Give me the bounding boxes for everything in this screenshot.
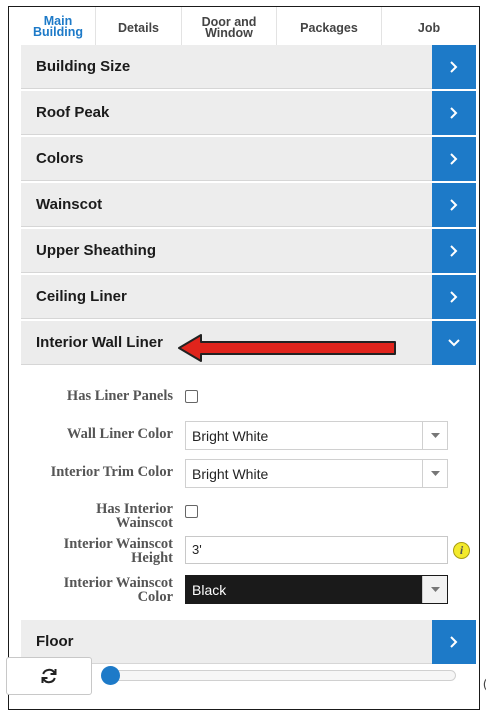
interior-wainscot-height-label: Interior Wainscot Height (21, 537, 173, 566)
tab-bar: Main Building Details Door and Window Pack… (21, 7, 476, 49)
interior-wainscot-color-value: Black (192, 582, 227, 598)
interior-wall-liner-panel: Has Liner Panels Wall Liner Color Bright… (21, 366, 476, 606)
interior-trim-color-value: Bright White (192, 466, 269, 482)
tab-packages[interactable]: Packages (277, 7, 382, 49)
chevron-down-icon[interactable] (422, 460, 447, 487)
chevron-down-icon[interactable] (422, 422, 447, 449)
refresh-button[interactable] (6, 657, 92, 695)
chevron-right-icon[interactable] (432, 137, 476, 181)
wall-liner-color-value: Bright White (192, 428, 269, 444)
interior-trim-color-label: Interior Trim Color (50, 464, 173, 480)
chevron-right-icon[interactable] (432, 620, 476, 664)
tab-job[interactable]: Job (382, 7, 476, 49)
interior-wainscot-color-label: Interior Wainscot Color (21, 576, 173, 605)
tab-label: Door and Window (201, 15, 257, 40)
tab-label: Job (417, 20, 441, 35)
label-line: Wainscot (115, 515, 173, 531)
interior-wainscot-height-input[interactable]: 3' (185, 536, 448, 564)
has-interior-wainscot-checkbox[interactable] (185, 505, 198, 518)
section-label: Roof Peak (36, 104, 110, 121)
has-interior-wainscot-label: Has Interior Wainscot (21, 502, 173, 531)
section-label: Upper Sheathing (36, 242, 157, 259)
configurator-panel: Main Building Details Door and Window Pack… (8, 6, 480, 710)
label-line: Height (131, 550, 173, 566)
tab-label: Main Building (33, 13, 83, 39)
chevron-right-icon[interactable] (432, 183, 476, 227)
zoom-slider-handle[interactable] (101, 666, 120, 685)
wall-liner-color-label: Wall Liner Color (66, 426, 173, 442)
section-label: Colors (36, 150, 84, 167)
chevron-right-icon[interactable] (432, 275, 476, 319)
has-liner-panels-label: Has Liner Panels (66, 388, 173, 404)
label-line: Color (137, 589, 173, 605)
section-colors[interactable]: Colors (21, 137, 476, 181)
annotation-arrow (178, 334, 396, 362)
chevron-right-icon[interactable] (432, 45, 476, 89)
section-label: Interior Wall Liner (36, 334, 163, 351)
interior-trim-color-select[interactable]: Bright White (185, 459, 448, 488)
chevron-right-icon[interactable] (432, 229, 476, 273)
section-building-size[interactable]: Building Size (21, 45, 476, 89)
refresh-icon (41, 668, 57, 684)
section-label: Building Size (36, 58, 131, 75)
tab-label: Details (118, 20, 159, 35)
chevron-down-icon[interactable] (432, 321, 476, 365)
wall-liner-color-select[interactable]: Bright White (185, 421, 448, 450)
section-ceiling-liner[interactable]: Ceiling Liner (21, 275, 476, 319)
section-label: Wainscot (36, 196, 103, 213)
tab-main-building[interactable]: Main Building (21, 7, 96, 49)
info-icon[interactable]: i (453, 542, 470, 559)
has-liner-panels-checkbox[interactable] (185, 390, 198, 403)
section-wainscot[interactable]: Wainscot (21, 183, 476, 227)
tab-label: Packages (300, 20, 358, 35)
tab-details[interactable]: Details (96, 7, 182, 49)
zoom-slider-track[interactable] (108, 670, 456, 681)
section-roof-peak[interactable]: Roof Peak (21, 91, 476, 135)
chevron-down-icon[interactable] (422, 576, 447, 603)
interior-wainscot-color-select[interactable]: Black (185, 575, 448, 604)
chevron-right-icon[interactable] (432, 91, 476, 135)
input-value: 3' (192, 542, 202, 557)
tab-door-and-window[interactable]: Door and Window (182, 7, 277, 49)
section-label: Ceiling Liner (36, 288, 127, 305)
section-upper-sheathing[interactable]: Upper Sheathing (21, 229, 476, 273)
